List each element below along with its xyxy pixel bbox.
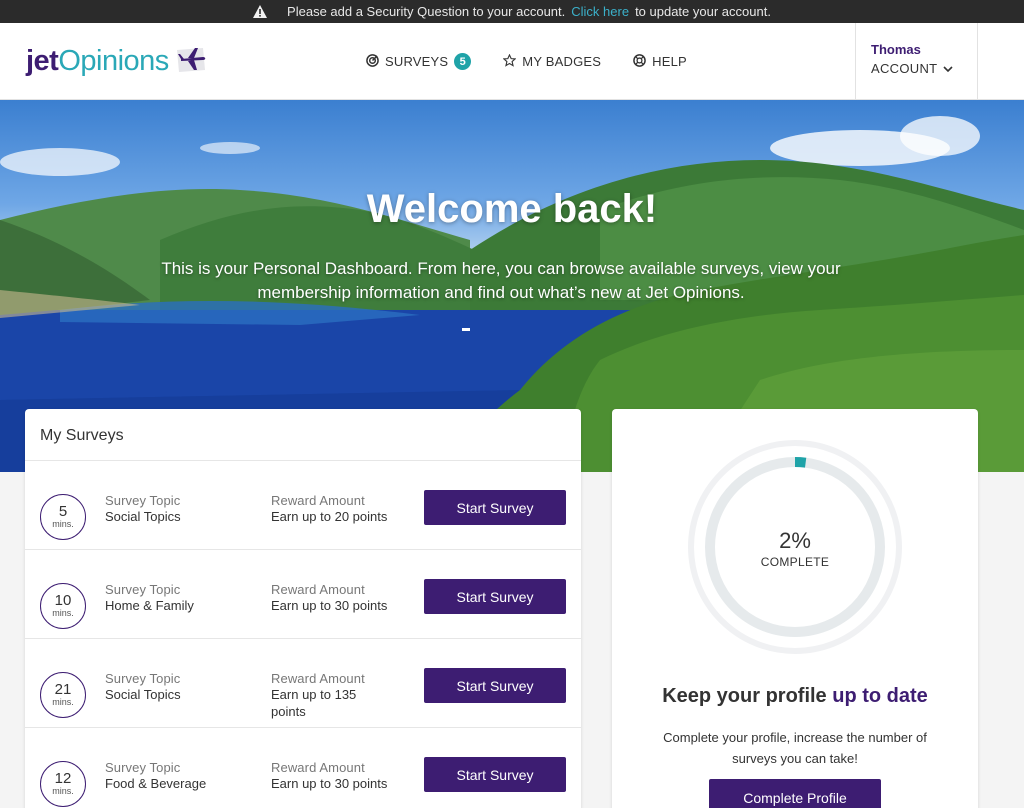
survey-duration-value: 12 (54, 770, 72, 787)
security-alert-bar: Please add a Security Question to your a… (0, 0, 1024, 23)
profile-description: Complete your profile, increase the numb… (663, 730, 927, 766)
nav-surveys-label: SURVEYS (385, 54, 449, 69)
nav-my-badges-label: MY BADGES (522, 54, 602, 69)
warning-icon (253, 5, 268, 18)
survey-reward-label: Reward Amount (271, 493, 365, 508)
survey-reward-label: Reward Amount (271, 671, 365, 686)
survey-duration-unit: mins. (52, 519, 74, 529)
profile-heading-highlight: up to date (832, 685, 928, 707)
survey-duration-value: 5 (58, 503, 68, 520)
survey-reward-value: Earn up to 135 points (271, 687, 357, 719)
profile-percent: 2% (779, 528, 811, 553)
survey-row: 21 mins. Survey Topic Social Topics Rewa… (25, 639, 581, 728)
welcome-subtitle: This is your Personal Dashboard. From he… (161, 259, 841, 302)
my-surveys-title: My Surveys (25, 409, 581, 461)
my-surveys-card: My Surveys 5 mins. Survey Topic Social T… (25, 409, 581, 808)
account-dropdown[interactable]: ACCOUNT (871, 61, 977, 76)
survey-topic: Survey Topic Social Topics (105, 671, 181, 703)
main-nav: SURVEYS 5 MY BADGES HELP (366, 53, 719, 70)
survey-reward-value: Earn up to 30 points (271, 598, 388, 613)
start-survey-button[interactable]: Start Survey (424, 757, 566, 792)
survey-reward-value: Earn up to 30 points (271, 776, 388, 791)
survey-topic-value: Food & Beverage (105, 776, 207, 791)
alert-update-link[interactable]: Click here (571, 4, 629, 19)
account-username: Thomas (871, 42, 921, 57)
plane-logo-icon (173, 44, 209, 79)
profile-complete-label: COMPLETE (760, 555, 830, 569)
survey-topic-label: Survey Topic (105, 671, 181, 686)
surveys-count-badge: 5 (454, 53, 472, 70)
survey-duration-value: 21 (54, 681, 72, 698)
start-survey-button[interactable]: Start Survey (424, 668, 566, 703)
survey-row: 5 mins. Survey Topic Social Topics Rewar… (25, 461, 581, 550)
survey-topic-label: Survey Topic (105, 582, 181, 597)
survey-topic-value: Social Topics (105, 687, 181, 702)
survey-duration-circle: 10 mins. (40, 583, 86, 629)
nav-help-label: HELP (652, 54, 687, 69)
account-label: ACCOUNT (871, 61, 938, 76)
star-icon (502, 53, 517, 70)
survey-topic: Survey Topic Social Topics (105, 493, 181, 525)
survey-duration-value: 10 (54, 592, 72, 609)
start-survey-button[interactable]: Start Survey (424, 490, 566, 525)
survey-row: 12 mins. Survey Topic Food & Beverage Re… (25, 728, 581, 808)
survey-reward-value: Earn up to 20 points (271, 509, 388, 524)
survey-topic-label: Survey Topic (105, 760, 181, 775)
logo-text-opinions: Opinions (58, 44, 169, 77)
lifebuoy-icon (633, 53, 646, 70)
nav-surveys[interactable]: SURVEYS 5 (366, 53, 472, 70)
survey-row: 10 mins. Survey Topic Home & Family Rewa… (25, 550, 581, 639)
survey-duration-circle: 12 mins. (40, 761, 86, 807)
profile-completion-card: 2% COMPLETE Keep your profile up to date… (612, 409, 978, 808)
survey-topic: Survey Topic Food & Beverage (105, 760, 206, 792)
target-icon (366, 53, 379, 70)
survey-duration-unit: mins. (52, 608, 74, 618)
survey-duration-unit: mins. (52, 786, 74, 796)
chevron-down-icon (943, 61, 953, 76)
profile-heading-part1: Keep your profile (662, 685, 827, 707)
survey-duration-circle: 21 mins. (40, 672, 86, 718)
survey-reward: Reward Amount Earn up to 30 points (271, 760, 391, 792)
logo-text-jet: jet (26, 44, 59, 77)
survey-reward-label: Reward Amount (271, 760, 365, 775)
start-survey-button[interactable]: Start Survey (424, 579, 566, 614)
profile-heading: Keep your profile up to date (612, 685, 978, 708)
welcome-heading: Welcome back! (366, 187, 658, 231)
survey-reward: Reward Amount Earn up to 135 points (271, 671, 391, 720)
nav-help[interactable]: HELP (633, 53, 687, 70)
survey-reward: Reward Amount Earn up to 30 points (271, 582, 391, 614)
site-header: jet Opinions SURVEYS 5 MY BADGES HELP Th… (0, 23, 1024, 100)
survey-reward-label: Reward Amount (271, 582, 365, 597)
jetopinions-logo[interactable]: jet Opinions (26, 43, 209, 79)
alert-text-end: to update your account. (635, 4, 771, 19)
nav-my-badges[interactable]: MY BADGES (502, 53, 602, 70)
complete-profile-button[interactable]: Complete Profile (709, 779, 881, 808)
survey-duration-circle: 5 mins. (40, 494, 86, 540)
alert-text: Please add a Security Question to your a… (287, 4, 566, 19)
survey-topic-label: Survey Topic (105, 493, 181, 508)
survey-topic-value: Social Topics (105, 509, 181, 524)
survey-duration-unit: mins. (52, 697, 74, 707)
survey-topic-value: Home & Family (105, 598, 194, 613)
survey-reward: Reward Amount Earn up to 20 points (271, 493, 391, 525)
account-menu[interactable]: Thomas ACCOUNT (855, 23, 978, 99)
survey-topic: Survey Topic Home & Family (105, 582, 194, 614)
